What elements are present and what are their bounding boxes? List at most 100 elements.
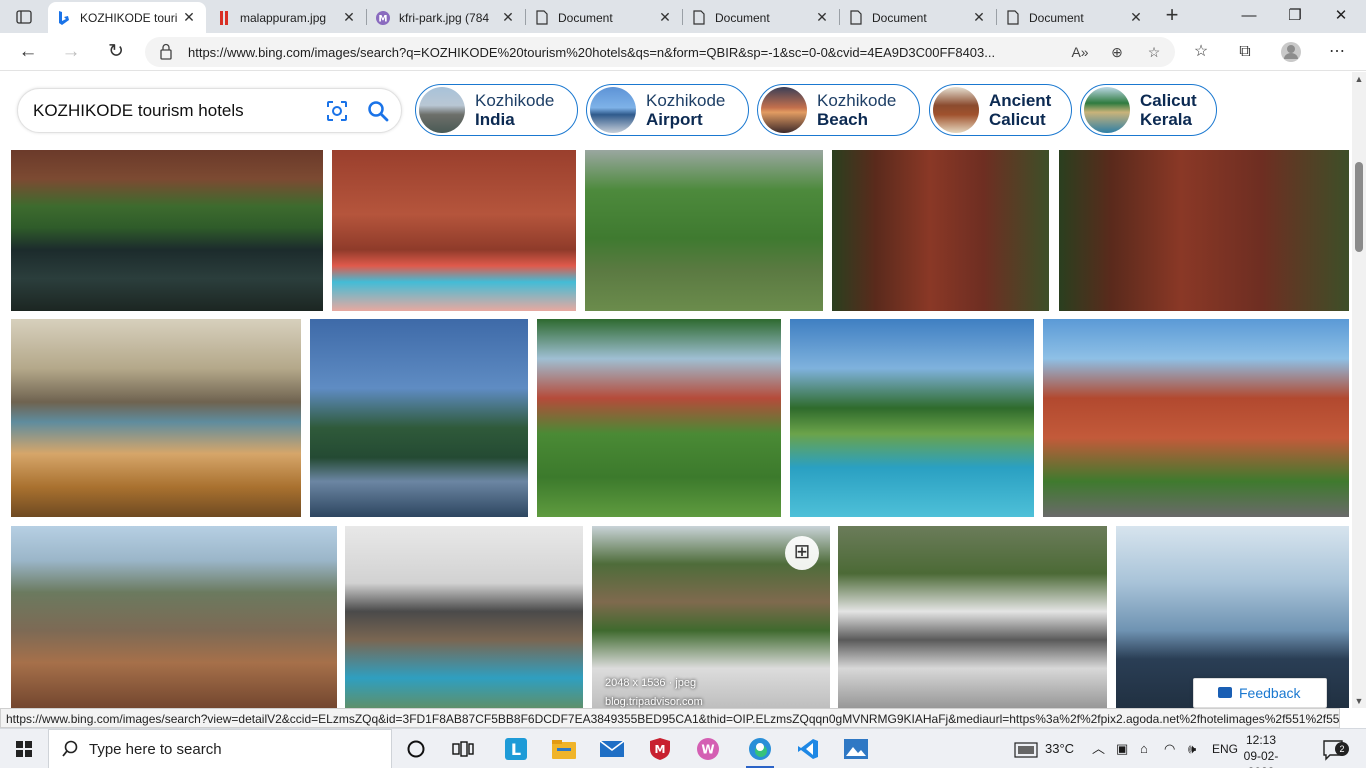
image-result-white-hotel-pool[interactable] [345, 526, 583, 708]
document-icon [1005, 10, 1021, 26]
tab-title: kfri-park.jpg (784 [399, 10, 490, 25]
restore-button[interactable]: ❐ [1272, 0, 1318, 33]
expand-icon[interactable]: ⊞ [785, 536, 819, 570]
chip-thumbnail [590, 87, 636, 133]
tab-actions-icon[interactable] [8, 5, 40, 29]
image-result-hilltop-resort-lake[interactable] [310, 319, 528, 517]
visual-search-icon[interactable] [326, 100, 348, 122]
related-chip-ancient-calicut[interactable]: Ancient Calicut [929, 84, 1072, 136]
taskbar-clock[interactable]: 12:13 09-02-2022 [1236, 732, 1286, 768]
close-tab-icon[interactable]: ✕ [180, 9, 198, 26]
tab-malappuram[interactable]: malappuram.jpg ✕ [208, 2, 366, 33]
url-text[interactable]: https://www.bing.com/images/search?q=KOZ… [188, 45, 1038, 60]
chevron-up-icon[interactable]: ︿ [1092, 729, 1105, 768]
read-aloud-icon[interactable]: A» [1070, 42, 1090, 62]
edge-browser-icon[interactable] [740, 733, 780, 768]
taskbar-search-placeholder: Type here to search [89, 741, 222, 758]
related-chip-kozhikode-india[interactable]: Kozhikode India [415, 84, 578, 136]
image-result-bungalow-jeeps[interactable] [838, 526, 1107, 708]
tab-bing-search[interactable]: KOZHIKODE touri ✕ [48, 2, 206, 33]
forward-button[interactable]: → [57, 39, 85, 65]
app-l-icon[interactable]: L [496, 733, 536, 765]
close-tab-icon[interactable]: ✕ [813, 9, 831, 26]
browser-toolbar: ← → ↻ https://www.bing.com/images/search… [0, 33, 1366, 71]
tab-title: Document [872, 10, 927, 25]
temperature[interactable]: 33°C [1045, 729, 1074, 768]
search-input[interactable] [33, 101, 313, 121]
close-tab-icon[interactable]: ✕ [656, 9, 674, 26]
chip-thumbnail [419, 87, 465, 133]
back-button[interactable]: ← [14, 39, 42, 65]
related-chip-kozhikode-beach[interactable]: Kozhikode Beach [757, 84, 920, 136]
page-scrollbar[interactable]: ▲ ▼ [1352, 72, 1366, 708]
tab-kfri-park[interactable]: M kfri-park.jpg (784 ✕ [367, 2, 525, 33]
tab-document-2[interactable]: Document ✕ [683, 2, 839, 33]
image-result-red-hotel-tower[interactable] [1043, 319, 1349, 517]
cortana-icon[interactable] [396, 733, 436, 765]
image-icon: M [375, 10, 391, 26]
close-window-button[interactable]: ✕ [1318, 0, 1364, 33]
app-w-icon[interactable]: W [688, 733, 728, 765]
notification-center-icon[interactable]: 2 [1322, 729, 1349, 768]
windows-start-icon[interactable] [0, 729, 48, 768]
mcafee-icon[interactable]: M [640, 733, 680, 765]
search-icon[interactable] [366, 99, 390, 123]
image-result-city-aerial[interactable] [11, 526, 337, 708]
clock-time: 12:13 [1245, 733, 1277, 747]
weather-icon[interactable] [1014, 729, 1038, 768]
tab-document-4[interactable]: Document ✕ [997, 2, 1153, 33]
settings-menu-icon[interactable]: ⋯ [1326, 41, 1348, 63]
scroll-up-icon[interactable]: ▲ [1352, 74, 1366, 84]
svg-text:W: W [701, 743, 714, 757]
svg-text:M: M [655, 743, 666, 756]
image-result-beach-cottage[interactable] [537, 319, 781, 517]
chip-label: Calicut [1140, 91, 1197, 110]
bing-search-header: KozhikodeIndia KozhikodeAirport Kozhikod… [0, 72, 1352, 150]
document-icon [848, 10, 864, 26]
lock-icon[interactable] [159, 43, 175, 61]
add-favorite-icon[interactable]: ☆ [1144, 42, 1164, 62]
close-tab-icon[interactable]: ✕ [499, 9, 517, 26]
file-explorer-icon[interactable] [544, 733, 584, 765]
profile-avatar[interactable] [1280, 41, 1302, 63]
tab-document-1[interactable]: Document ✕ [526, 2, 682, 33]
scroll-down-icon[interactable]: ▼ [1352, 696, 1366, 706]
volume-icon[interactable]: 🕪 [1188, 729, 1196, 768]
image-result-palm-pool-resort[interactable] [790, 319, 1034, 517]
network-icon[interactable]: ⌂ [1140, 729, 1148, 768]
image-result-kerala-villa-1[interactable] [832, 150, 1049, 311]
language-indicator[interactable]: ENG [1212, 729, 1238, 768]
new-tab-button[interactable]: + [1160, 4, 1184, 28]
photos-icon[interactable] [836, 733, 876, 765]
related-chip-kozhikode-airport[interactable]: Kozhikode Airport [586, 84, 749, 136]
zoom-icon[interactable]: ⊕ [1107, 42, 1127, 62]
favorites-icon[interactable]: ☆ [1190, 41, 1212, 63]
feedback-label: Feedback [1239, 685, 1301, 701]
tab-document-3[interactable]: Document ✕ [840, 2, 996, 33]
taskbar-search[interactable]: Type here to search [48, 729, 392, 768]
address-bar[interactable]: https://www.bing.com/images/search?q=KOZ… [145, 37, 1175, 67]
scrollbar-thumb[interactable] [1355, 162, 1363, 252]
wifi-icon[interactable]: ◠ [1164, 729, 1175, 768]
image-result-hotel-pool[interactable] [332, 150, 576, 311]
tab-title: Document [558, 10, 613, 25]
feedback-button[interactable]: Feedback [1193, 678, 1327, 708]
device-icon[interactable]: ▣ [1116, 729, 1128, 768]
notification-count: 2 [1335, 742, 1349, 756]
related-chip-calicut-kerala[interactable]: Calicut Kerala [1080, 84, 1217, 136]
mail-icon[interactable] [592, 733, 632, 765]
minimize-button[interactable]: — [1226, 0, 1272, 33]
document-icon [534, 10, 550, 26]
collections-icon[interactable]: ⧉ [1234, 41, 1256, 63]
image-result-rocky-beach[interactable] [11, 319, 301, 517]
task-view-icon[interactable] [443, 733, 483, 765]
vscode-icon[interactable] [788, 733, 828, 765]
image-result-kerala-villa-2[interactable] [1059, 150, 1349, 311]
image-result-river-resort[interactable]: ⊞ 2048 x 1536 · jpeg blog.tripadvisor.co… [592, 526, 830, 708]
image-result-heritage-resort-pool[interactable] [11, 150, 323, 311]
close-tab-icon[interactable]: ✕ [1127, 9, 1145, 26]
close-tab-icon[interactable]: ✕ [970, 9, 988, 26]
image-result-garden-courtyard[interactable] [585, 150, 823, 311]
refresh-button[interactable]: ↻ [102, 39, 130, 65]
close-tab-icon[interactable]: ✕ [340, 9, 358, 26]
